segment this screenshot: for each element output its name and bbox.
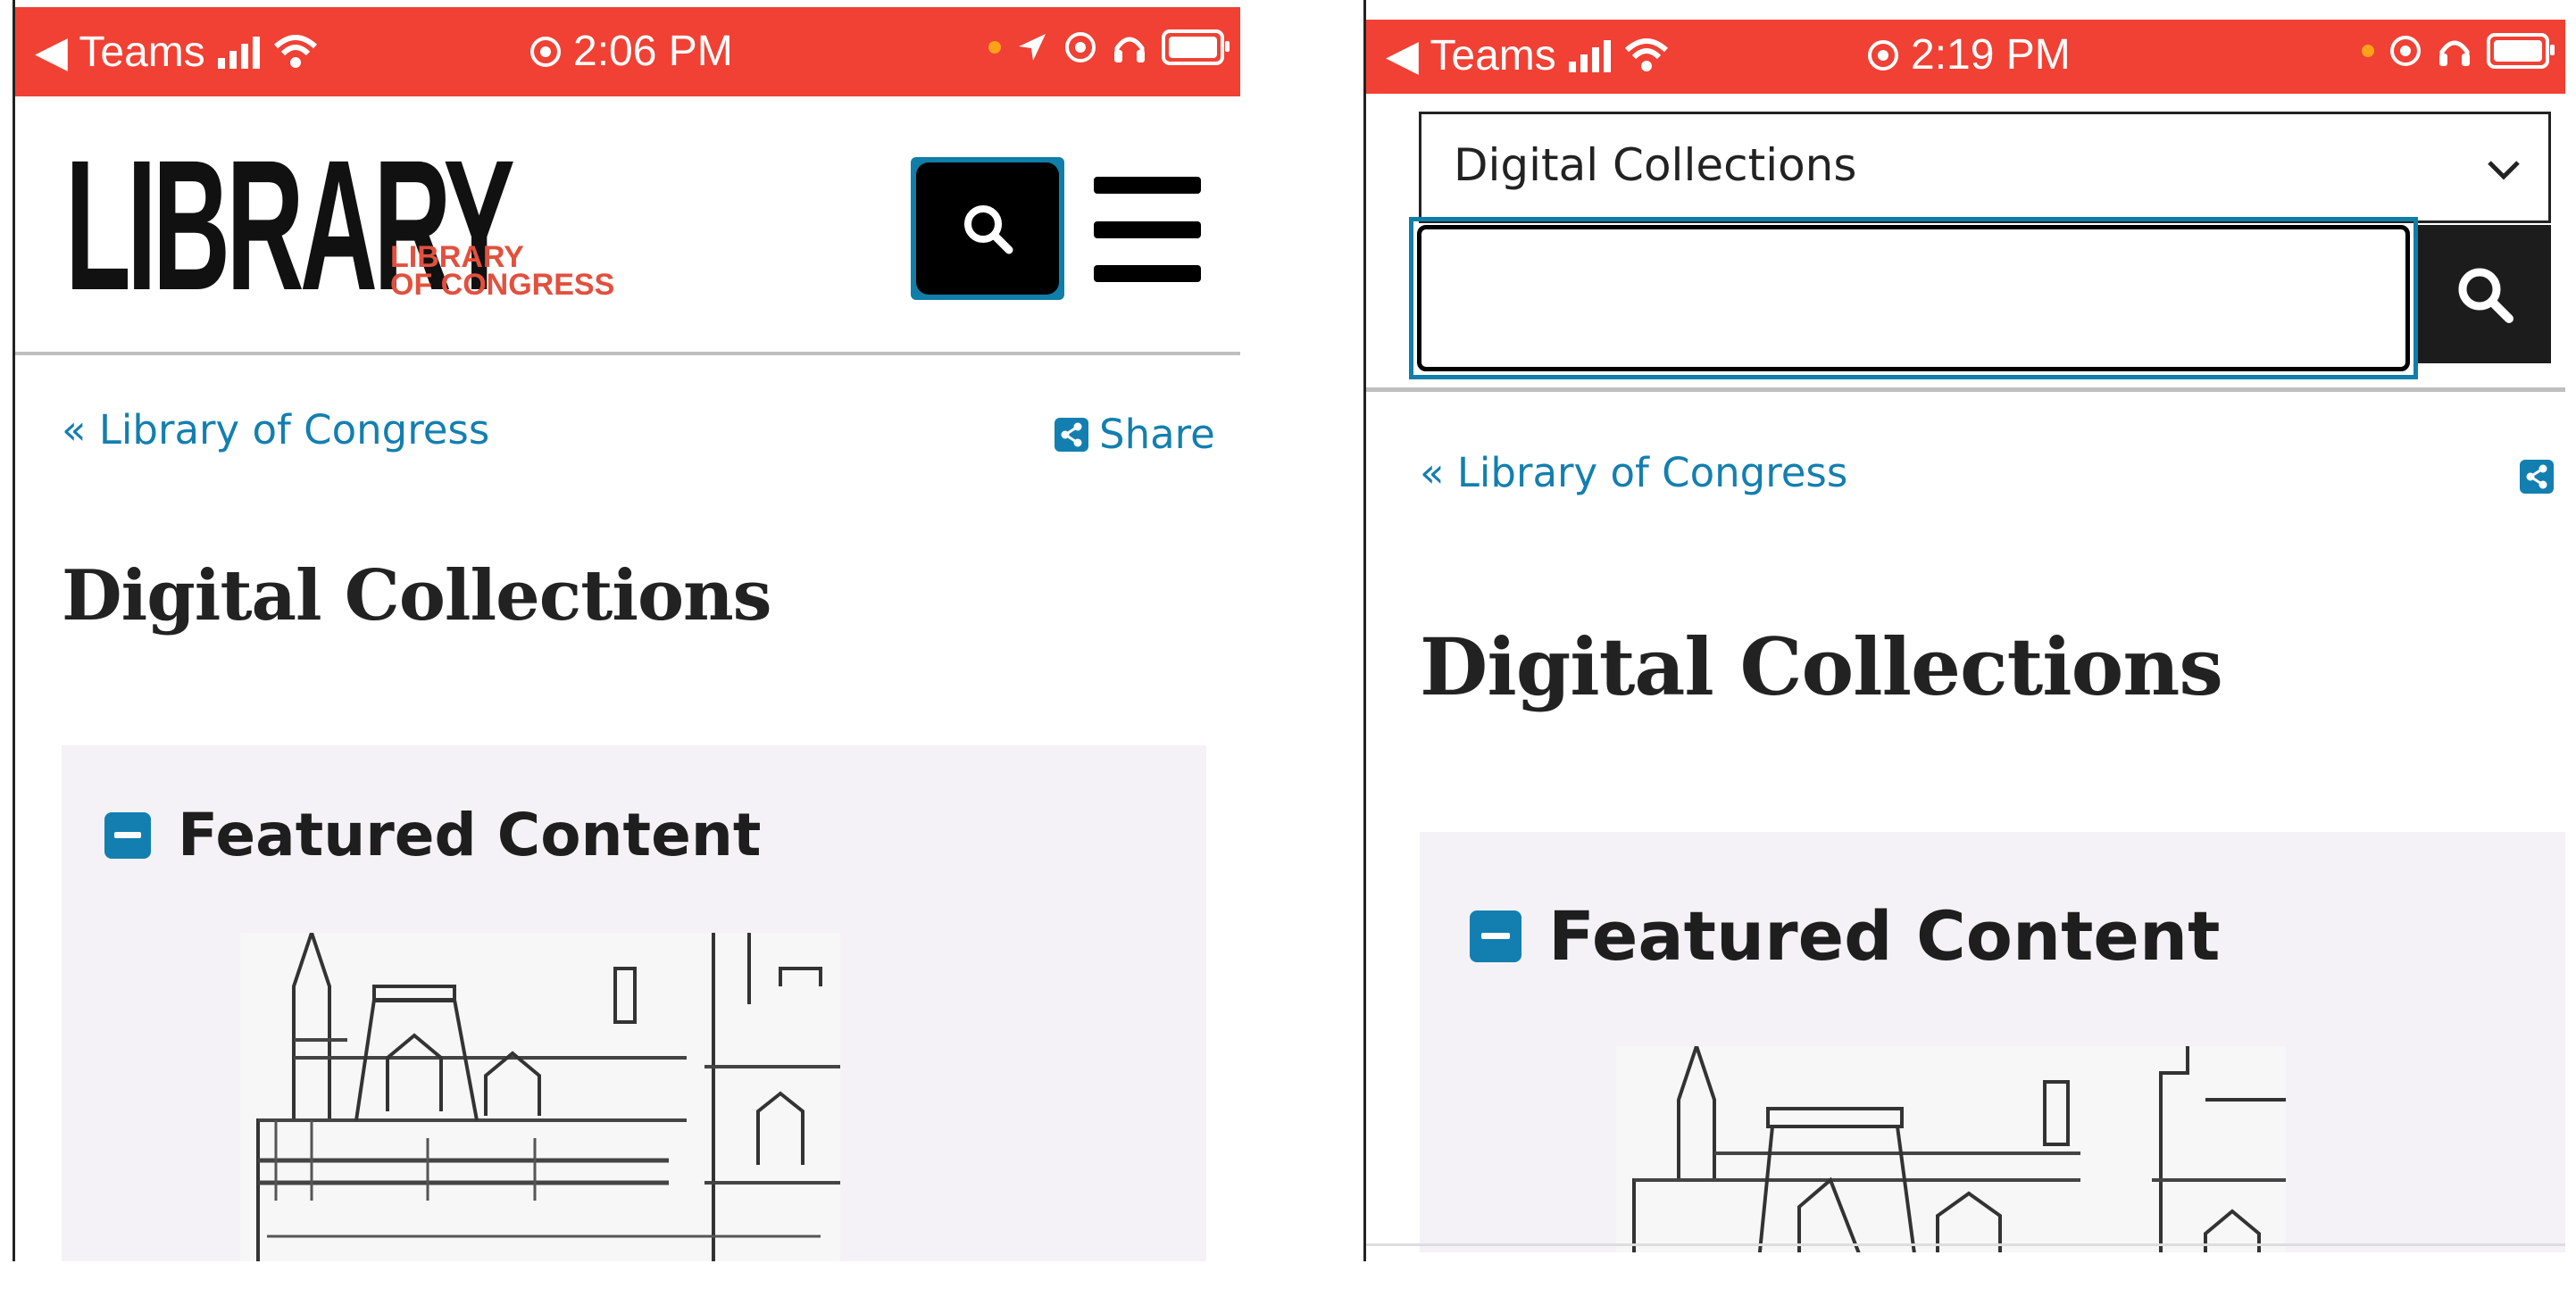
mic-indicator-dot [2362, 45, 2374, 57]
header-divider [1366, 387, 2565, 392]
search-input-focus-ring [1409, 217, 2418, 379]
screenshot-before: ◀ Teams 2:06 PM LIBRARY LIBRARY OF CONGR… [13, 0, 1240, 1261]
featured-content-heading: Featured Content [178, 801, 762, 869]
page-title: Digital Collections [1420, 620, 2223, 713]
share-icon [1055, 417, 1088, 452]
featured-content-panel: Featured Content [1420, 832, 2565, 1252]
collection-select[interactable]: Digital Collections [1419, 112, 2551, 223]
status-bar: ◀ Teams 2:19 PM [1366, 20, 2565, 94]
featured-content-heading: Featured Content [1548, 896, 2221, 976]
location-icon [1019, 34, 1046, 61]
breadcrumb-link[interactable]: « Library of Congress [62, 406, 489, 453]
status-bar: ◀ Teams 2:06 PM [15, 7, 1240, 96]
orientation-lock-icon [1868, 39, 1898, 71]
chevron-down-icon [2488, 161, 2520, 180]
share-button[interactable]: Share [1055, 411, 1215, 458]
breadcrumb-link[interactable]: « Library of Congress [1420, 449, 1847, 496]
featured-building-drawing[interactable] [240, 933, 840, 1261]
search-submit-button[interactable] [2418, 225, 2551, 363]
signal-icon [1568, 38, 1611, 72]
share-button[interactable] [2520, 460, 2554, 494]
site-header: LIBRARY LIBRARY OF CONGRESS [15, 96, 1240, 355]
orientation-lock-icon [530, 36, 561, 67]
wifi-icon [273, 35, 317, 68]
battery-icon [1162, 29, 1230, 65]
wifi-icon [1624, 38, 1668, 71]
battery-icon [2487, 33, 2555, 69]
orientation-lock-icon [1065, 32, 1096, 62]
share-label: Share [1099, 411, 1215, 458]
back-to-teams[interactable]: ◀ Teams [1386, 30, 1556, 80]
back-to-teams[interactable]: ◀ Teams [35, 27, 205, 77]
page-title: Digital Collections [62, 555, 772, 636]
screenshot-after: ◀ Teams 2:19 PM Digital Collections « Li… [1363, 0, 2565, 1261]
menu-icon[interactable] [1094, 177, 1201, 282]
bottom-edge [1366, 1243, 2565, 1246]
mic-indicator-dot [988, 41, 1001, 54]
search-toggle-button[interactable] [911, 157, 1064, 300]
collapse-minus-icon [104, 811, 151, 859]
signal-icon [217, 35, 260, 69]
headphones-icon [2439, 40, 2470, 66]
featured-building-drawing[interactable] [1616, 1046, 2286, 1252]
headphones-icon [1114, 37, 1145, 62]
library-of-congress-wordmark: LIBRARY OF CONGRESS [390, 240, 615, 302]
featured-content-toggle[interactable]: Featured Content [104, 801, 761, 869]
collapse-minus-icon [1470, 910, 1521, 962]
share-icon [2520, 460, 2554, 494]
featured-content-panel: Featured Content [62, 745, 1206, 1261]
featured-content-toggle[interactable]: Featured Content [1470, 896, 2220, 976]
orientation-lock-icon [2390, 36, 2421, 66]
search-icon [2458, 268, 2513, 323]
search-icon [964, 205, 1013, 254]
status-time: 2:19 PM [1911, 31, 2071, 79]
status-time: 2:06 PM [573, 28, 733, 75]
collection-select-value: Digital Collections [1454, 139, 1857, 191]
search-input[interactable] [1417, 225, 2410, 371]
